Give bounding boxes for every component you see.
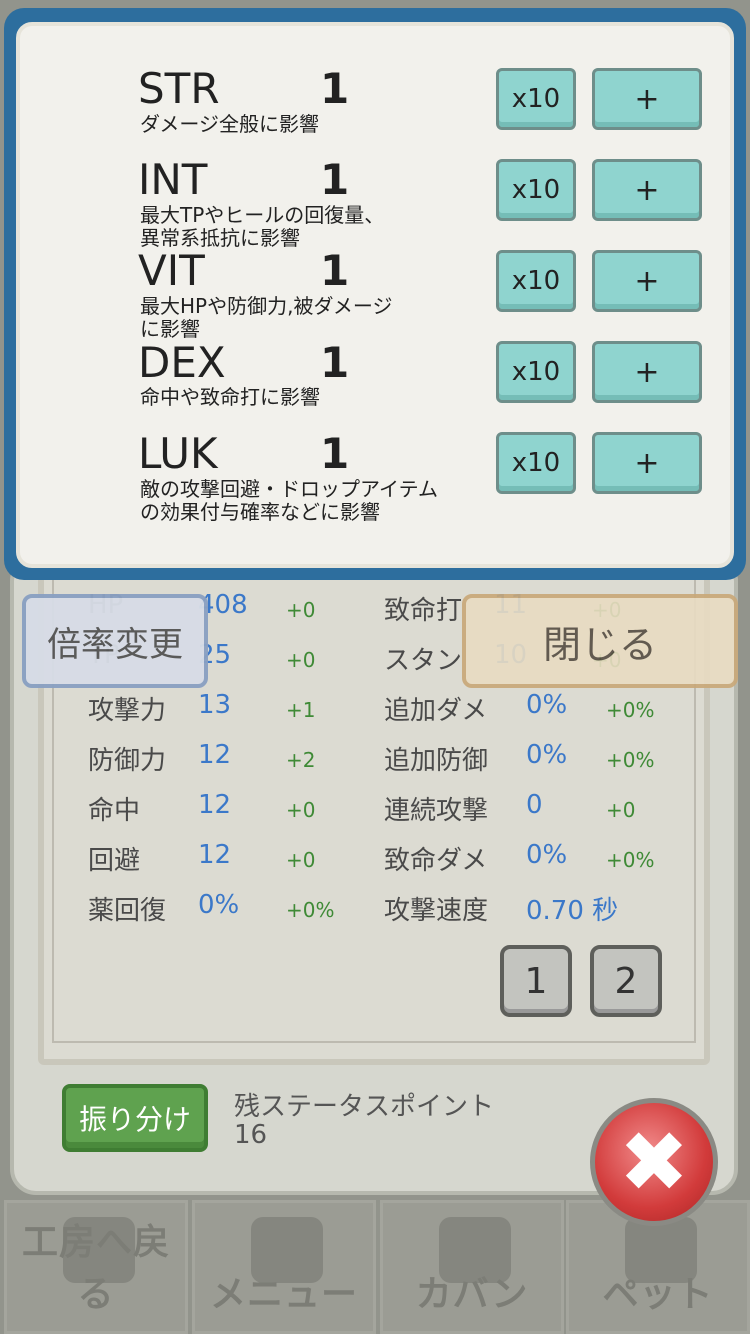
stat-value-attack: 13 [198,690,232,720]
luk-x10-button[interactable]: x10 [496,432,576,494]
stat-name-dex: DEX [138,338,226,387]
stat-label-defense: 防御力 [88,746,167,776]
stat-value-accuracy: 12 [198,790,232,820]
stat-label-accuracy: 命中 [88,796,141,826]
close-button[interactable]: 閉じる [462,594,738,688]
stat-value-vit: 1 [320,246,350,295]
nav-workshop[interactable]: 工房へ戻る [4,1200,188,1334]
assign-button[interactable]: 振り分け [62,1084,208,1152]
stat-label-critical: 致命打 [384,596,463,626]
stat-bonus-evasion: +0 [286,848,316,872]
stat-label-attack: 攻撃力 [88,696,167,726]
stat-label-potion: 薬回復 [88,896,167,926]
stat-label-attack-speed: 攻撃速度 [384,896,489,926]
vit-plus-button[interactable]: + [592,250,702,312]
stat-name-vit: VIT [138,246,205,295]
rate-change-button[interactable]: 倍率変更 [22,594,208,688]
luk-plus-button[interactable]: + [592,432,702,494]
remaining-points-label: 残ステータスポイント [234,1092,495,1122]
stat-name-str: STR [138,64,220,113]
stat-desc-vit: 最大HPや防御力,被ダメージ に影響 [140,295,480,341]
nav-menu[interactable]: メニュー [192,1200,376,1334]
stat-label-combo: 連続攻撃 [384,796,489,826]
close-x-button[interactable]: ✖ [590,1098,718,1226]
stat-value-critical-damage: 0% [526,840,568,870]
nav-workshop-label: 工房へ戻る [21,1222,170,1315]
stat-label-extra-defense: 追加防御 [384,746,489,776]
str-x10-button[interactable]: x10 [496,68,576,130]
stat-value-extra-damage: 0% [526,690,568,720]
stat-label-evasion: 回避 [88,846,141,876]
stat-value-attack-speed: 0.70 秒 [526,896,619,926]
stat-value-evasion: 12 [198,840,232,870]
stat-desc-luk: 敵の攻撃回避・ドロップアイテム の効果付与確率などに影響 [140,478,480,524]
stat-label-extra-damage: 追加ダメ [384,696,488,726]
str-plus-button[interactable]: + [592,68,702,130]
desc-line: 最大HPや防御力,被ダメージ [140,294,393,318]
stat-desc-int: 最大TPやヒールの回復量、 異常系抵抗に影響 [140,204,480,250]
desc-line: 命中や致命打に影響 [140,385,320,409]
page-2-button[interactable]: 2 [590,945,662,1017]
stat-bonus-extra-defense: +0% [606,748,655,772]
stat-value-luk: 1 [320,429,350,478]
stat-desc-str: ダメージ全般に影響 [140,113,480,136]
stat-bonus-extra-damage: +0% [606,698,655,722]
stat-bonus-potion: +0% [286,898,335,922]
stat-bonus-defense: +2 [286,748,316,772]
stat-name-luk: LUK [138,429,218,478]
stat-label-critical-damage: 致命ダメ [384,846,488,876]
remaining-points-value: 16 [234,1120,268,1150]
stat-value-potion: 0% [198,890,240,920]
vit-x10-button[interactable]: x10 [496,250,576,312]
page-1-button[interactable]: 1 [500,945,572,1017]
int-plus-button[interactable]: + [592,159,702,221]
stat-value-extra-defense: 0% [526,740,568,770]
nav-pet-label: ペット [602,1274,714,1315]
desc-line: ダメージ全般に影響 [140,112,319,136]
close-icon: ✖ [618,1113,690,1211]
stat-name-int: INT [138,155,208,204]
desc-line: の効果付与確率などに影響 [140,500,380,524]
stat-bonus-hp: +0 [286,598,316,622]
int-x10-button[interactable]: x10 [496,159,576,221]
stat-desc-dex: 命中や致命打に影響 [140,386,480,409]
dex-plus-button[interactable]: + [592,341,702,403]
nav-bag[interactable]: カバン [380,1200,564,1334]
stat-value-int: 1 [320,155,350,204]
stat-value-str: 1 [320,64,350,113]
stat-label-stun: スタン [384,646,463,676]
stat-value-dex: 1 [320,338,350,387]
stat-bonus-attack: +1 [286,698,316,722]
stat-bonus-critical-damage: +0% [606,848,655,872]
desc-line: 最大TPやヒールの回復量、 [140,203,385,227]
stat-bonus-combo: +0 [606,798,636,822]
nav-menu-label: メニュー [209,1274,358,1315]
nav-bag-label: カバン [415,1274,529,1315]
stat-value-combo: 0 [526,790,543,820]
stat-bonus-tp: +0 [286,648,316,672]
dex-x10-button[interactable]: x10 [496,341,576,403]
stat-value-defense: 12 [198,740,232,770]
stat-bonus-accuracy: +0 [286,798,316,822]
desc-line: 敵の攻撃回避・ドロップアイテム [140,477,438,501]
